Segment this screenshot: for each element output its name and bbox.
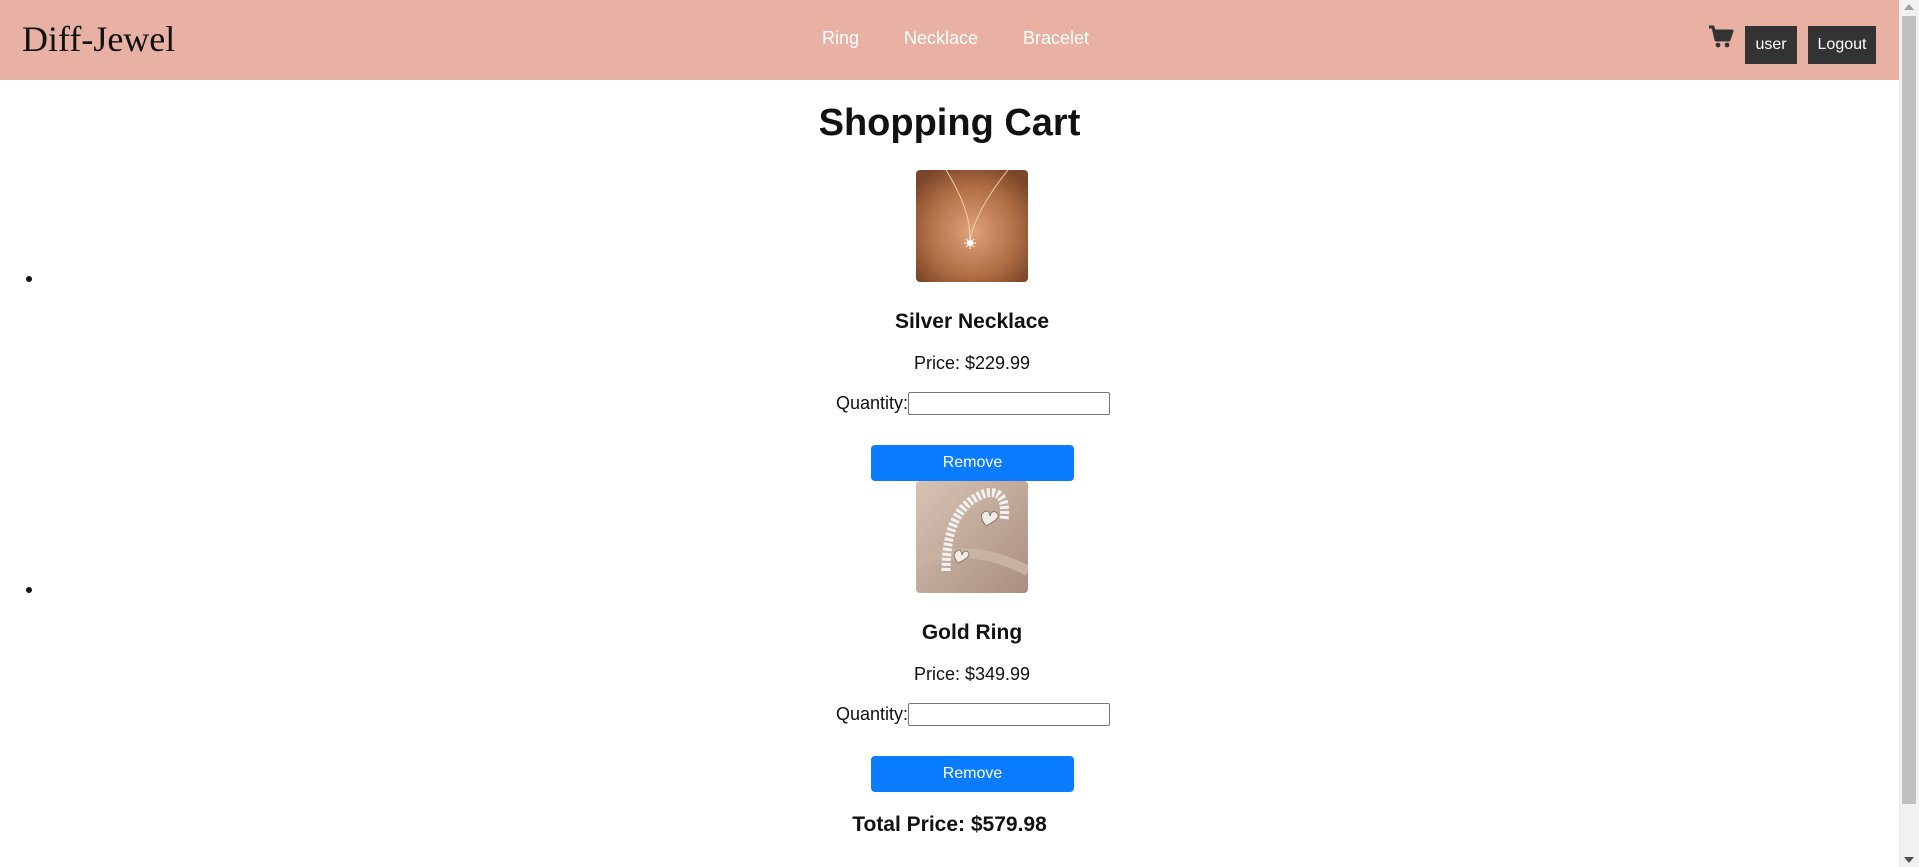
quantity-row: Quantity: [836, 703, 1111, 726]
scroll-up-arrow-icon[interactable] [1904, 4, 1914, 10]
silver-necklace-image [916, 170, 1028, 282]
total-price: Total Price: $579.98 [852, 813, 1047, 836]
list-bullet [26, 587, 32, 593]
nav-bracelet[interactable]: Bracelet [1023, 28, 1089, 49]
quantity-label: Quantity: [836, 704, 909, 724]
nav-necklace[interactable]: Necklace [904, 28, 978, 49]
page: Diff-Jewel Ring Necklace Bracelet user L… [0, 0, 1919, 867]
quantity-input[interactable] [908, 703, 1111, 726]
list-bullet [26, 276, 32, 282]
brand-logo[interactable]: Diff-Jewel [22, 18, 175, 60]
cart-icon[interactable] [1708, 24, 1734, 50]
nav-ring[interactable]: Ring [822, 28, 859, 49]
remove-button[interactable]: Remove [871, 756, 1074, 792]
header-bar: Diff-Jewel Ring Necklace Bracelet user L… [0, 0, 1899, 80]
scroll-down-arrow-icon[interactable] [1904, 857, 1914, 863]
page-title: Shopping Cart [818, 102, 1081, 144]
item-price: Price: $349.99 [913, 664, 1031, 684]
quantity-row: Quantity: [836, 392, 1111, 415]
item-name: Gold Ring [921, 621, 1023, 644]
vertical-scrollbar[interactable] [1899, 0, 1919, 867]
item-price: Price: $229.99 [913, 353, 1031, 373]
quantity-label: Quantity: [836, 393, 909, 413]
remove-button[interactable]: Remove [871, 445, 1074, 481]
gold-ring-image [916, 481, 1028, 593]
scrollbar-thumb[interactable] [1902, 16, 1916, 804]
cart-item: Gold Ring Price: $349.99 Quantity: Remov… [0, 481, 1899, 792]
item-name: Silver Necklace [894, 310, 1050, 333]
cart-item: Silver Necklace Price: $229.99 Quantity:… [0, 170, 1899, 481]
quantity-input[interactable] [908, 392, 1111, 415]
logout-button[interactable]: Logout [1808, 26, 1876, 64]
user-button[interactable]: user [1745, 26, 1797, 64]
